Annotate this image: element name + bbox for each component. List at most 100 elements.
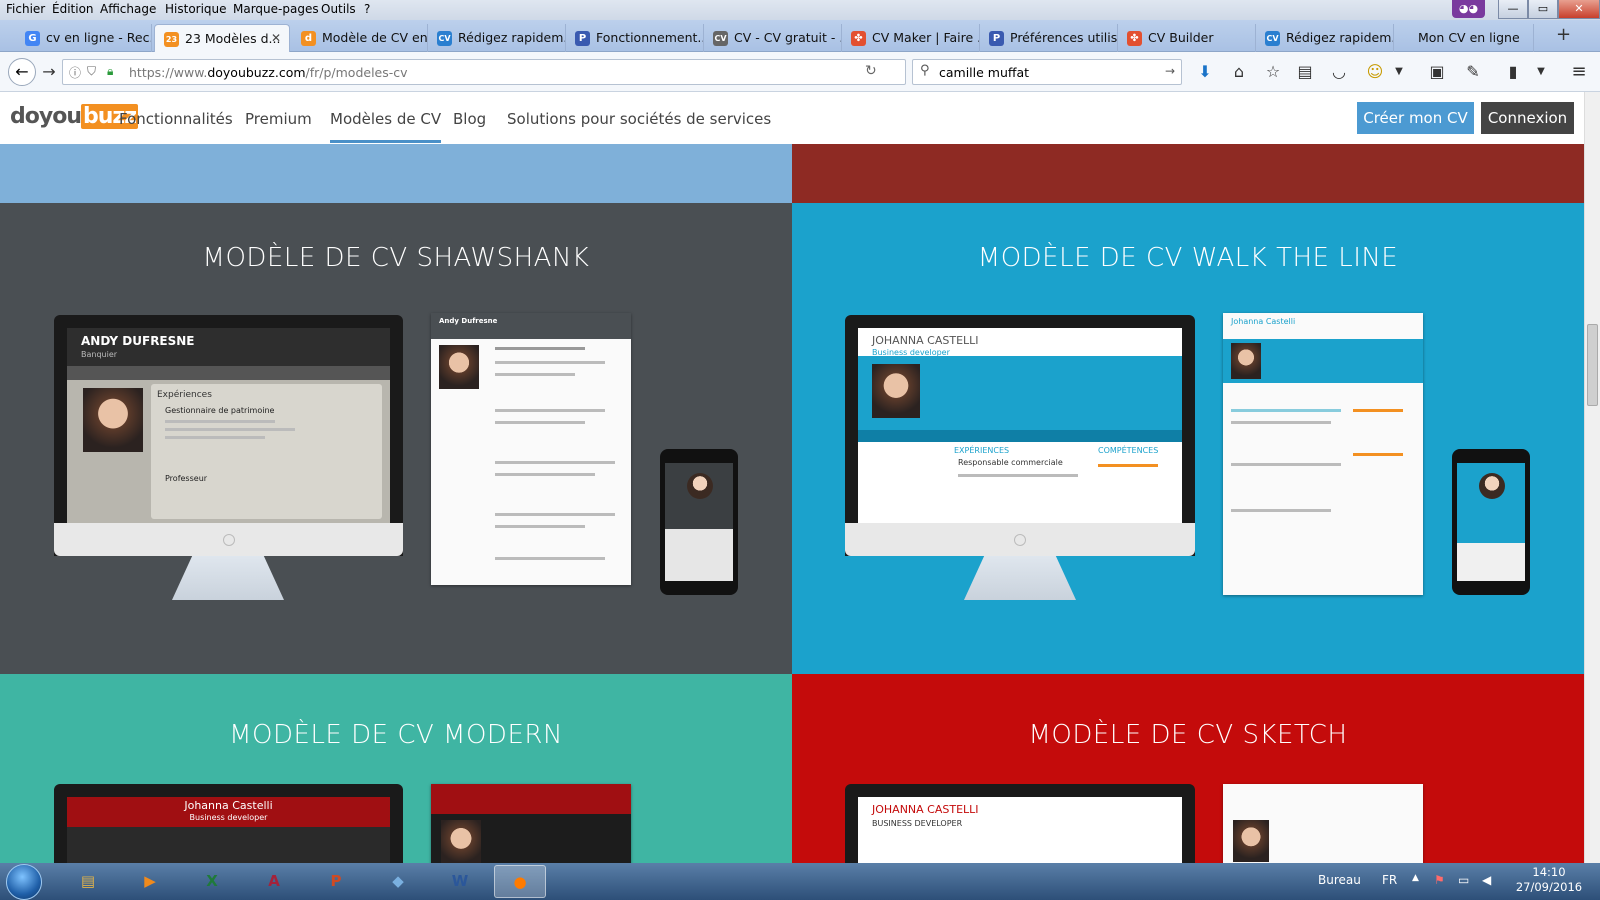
extension-icon[interactable]: ☺ [1362, 60, 1388, 84]
mobile-body [1457, 543, 1525, 581]
back-button[interactable]: ← [8, 58, 36, 86]
template-panel-sketch[interactable]: MODÈLE DE CV SKETCH JOHANNA CASTELLI BUS… [792, 674, 1584, 863]
desktop-preview[interactable]: ANDY DUFRESNE Banquier Expériences Gesti… [54, 315, 403, 556]
desktop-preview[interactable]: JOHANNA CASTELLI BUSINESS DEVELOPER [845, 784, 1195, 863]
explorer-icon[interactable]: ▤ [62, 865, 114, 898]
profile-photo [872, 364, 920, 418]
tab-close-icon[interactable]: ✕ [271, 31, 281, 45]
notes-icon[interactable]: ◆ [372, 865, 424, 898]
access-icon[interactable]: A [248, 865, 300, 898]
search-input[interactable]: camille muffat [939, 65, 1029, 80]
volume-icon[interactable]: ◀ [1482, 873, 1491, 887]
pocket-icon[interactable]: ◡ [1326, 60, 1352, 84]
desktop-toolbar[interactable]: Bureau [1318, 873, 1361, 887]
word-icon[interactable]: W [434, 865, 486, 898]
page-scrollbar[interactable] [1584, 92, 1600, 863]
tab-mon-cv[interactable]: Mon CV en ligne [1394, 24, 1534, 52]
action-center-icon[interactable]: ⚑ [1434, 873, 1445, 887]
tab-cv-maker[interactable]: ✤ CV Maker | Faire ... [842, 24, 980, 52]
print-preview[interactable] [431, 784, 631, 863]
site-header: doyoubuzz Fonctionnalités Premium Modèle… [0, 92, 1584, 144]
menu-affichage[interactable]: Affichage [100, 2, 156, 16]
reload-icon[interactable]: ↻ [865, 63, 877, 79]
mobile-preview[interactable] [1452, 449, 1530, 595]
template-panel-walk-the-line[interactable]: MODÈLE DE CV WALK THE LINE JOHANNA CASTE… [792, 203, 1584, 674]
template-panel-shawshank[interactable]: MODÈLE DE CV SHAWSHANK ANDY DUFRESNE Ban… [0, 203, 792, 674]
clipboard-dropdown-icon[interactable]: ▼ [1528, 60, 1554, 84]
minimize-button[interactable]: — [1498, 0, 1528, 19]
tab-redigez-2[interactable]: CV Rédigez rapidem... [1256, 24, 1394, 52]
text-line [958, 474, 1078, 477]
tab-cv-gratuit[interactable]: CV CV - CV gratuit - ... [704, 24, 842, 52]
download-icon[interactable]: ⬇ [1192, 60, 1218, 84]
system-clock[interactable]: 14:10 27/09/2016 [1506, 865, 1592, 895]
text-line [495, 361, 605, 364]
tab-label: 23 Modèles d... [185, 31, 281, 46]
close-window-button[interactable]: ✕ [1558, 0, 1600, 19]
template-panel-modern[interactable]: MODÈLE DE CV MODERN Johanna Castelli Bus… [0, 674, 792, 863]
excel-icon[interactable]: X [186, 865, 238, 898]
menu-marque-pages[interactable]: Marque-pages [233, 2, 319, 16]
nav-blog[interactable]: Blog [453, 110, 486, 128]
search-bar[interactable]: ⚲ camille muffat → [912, 59, 1182, 85]
text-line [1098, 464, 1158, 467]
print-preview[interactable]: Johanna Castelli [1223, 313, 1423, 595]
template-title[interactable]: MODÈLE DE CV WALK THE LINE [792, 243, 1584, 273]
private-mask-icon[interactable]: ◕◕ [1452, 0, 1485, 18]
template-title[interactable]: MODÈLE DE CV SHAWSHANK [0, 243, 792, 273]
url-text[interactable]: https://www.doyoubuzz.com/fr/p/modeles-c… [129, 65, 408, 80]
extension-dropdown-icon[interactable]: ▼ [1386, 60, 1412, 84]
desktop-preview[interactable]: JOHANNA CASTELLI Business developer EXPÉ… [845, 315, 1195, 556]
tab-preferences[interactable]: P Préférences utilis... [980, 24, 1118, 52]
menu-bar: Fichier Édition Affichage Historique Mar… [0, 0, 1600, 20]
template-title[interactable]: MODÈLE DE CV MODERN [0, 720, 792, 750]
nav-fonctionnalites[interactable]: Fonctionnalités [119, 110, 233, 128]
hamburger-menu-icon[interactable]: ≡ [1566, 60, 1592, 84]
print-preview[interactable] [1223, 784, 1423, 863]
tab-modele-cv[interactable]: d Modèle de CV en... [292, 24, 428, 52]
nav-modeles-cv[interactable]: Modèles de CV [330, 110, 442, 143]
menu-edition[interactable]: Édition [52, 2, 94, 16]
screenshot-icon[interactable]: ▣ [1424, 60, 1450, 84]
template-title[interactable]: MODÈLE DE CV SKETCH [792, 720, 1584, 750]
clipboard-icon[interactable]: ▮ [1500, 60, 1526, 84]
text-line [495, 513, 615, 516]
print-preview[interactable]: Andy Dufresne [431, 313, 631, 585]
firefox-icon[interactable]: ● [494, 865, 546, 898]
powerpoint-icon[interactable]: P [310, 865, 362, 898]
network-icon[interactable]: ▭ [1458, 873, 1469, 887]
home-icon[interactable]: ⌂ [1226, 60, 1252, 84]
desktop-preview[interactable]: Johanna Castelli Business developer [54, 784, 403, 863]
tab-23-modeles[interactable]: 23 23 Modèles d... ✕ [154, 24, 290, 52]
menu-help[interactable]: ? [364, 2, 370, 16]
search-go-icon[interactable]: → [1165, 64, 1175, 78]
mobile-body [665, 529, 733, 581]
tab-cv-en-ligne[interactable]: G cv en ligne - Rec... [16, 24, 152, 52]
url-bar[interactable]: ⓘ ⛉ 🔒︎ https://www.doyoubuzz.com/fr/p/mo… [62, 59, 906, 85]
addon-icon[interactable]: ✎ [1460, 60, 1486, 84]
nav-premium[interactable]: Premium [245, 110, 312, 128]
menu-historique[interactable]: Historique [165, 2, 227, 16]
info-icon[interactable]: ⓘ [69, 64, 81, 81]
reading-list-icon[interactable]: ▤ [1292, 60, 1318, 84]
mobile-preview[interactable] [660, 449, 738, 595]
tab-fonctionnement[interactable]: P Fonctionnement... [566, 24, 704, 52]
bookmark-star-icon[interactable]: ☆ [1260, 60, 1286, 84]
windows-start-button[interactable] [6, 864, 42, 900]
login-button[interactable]: Connexion [1481, 102, 1574, 134]
tray-expand-icon[interactable]: ▲ [1412, 873, 1419, 883]
create-cv-button[interactable]: Créer mon CV [1357, 102, 1474, 134]
menu-outils[interactable]: Outils [321, 2, 356, 16]
menu-fichier[interactable]: Fichier [6, 2, 45, 16]
language-indicator[interactable]: FR [1382, 873, 1397, 887]
scrollbar-thumb[interactable] [1587, 324, 1598, 406]
maximize-button[interactable]: ▭ [1528, 0, 1558, 19]
new-tab-button[interactable]: + [1556, 24, 1571, 45]
monitor-stand [964, 556, 1076, 600]
tab-cv-builder[interactable]: ✤ CV Builder [1118, 24, 1256, 52]
media-player-icon[interactable]: ▶ [124, 865, 176, 898]
tab-redigez[interactable]: CV Rédigez rapidem... [428, 24, 566, 52]
forward-button[interactable]: → [36, 60, 62, 84]
nav-solutions[interactable]: Solutions pour sociétés de services [507, 110, 771, 128]
doyoubuzz-icon: 23 [164, 32, 179, 47]
